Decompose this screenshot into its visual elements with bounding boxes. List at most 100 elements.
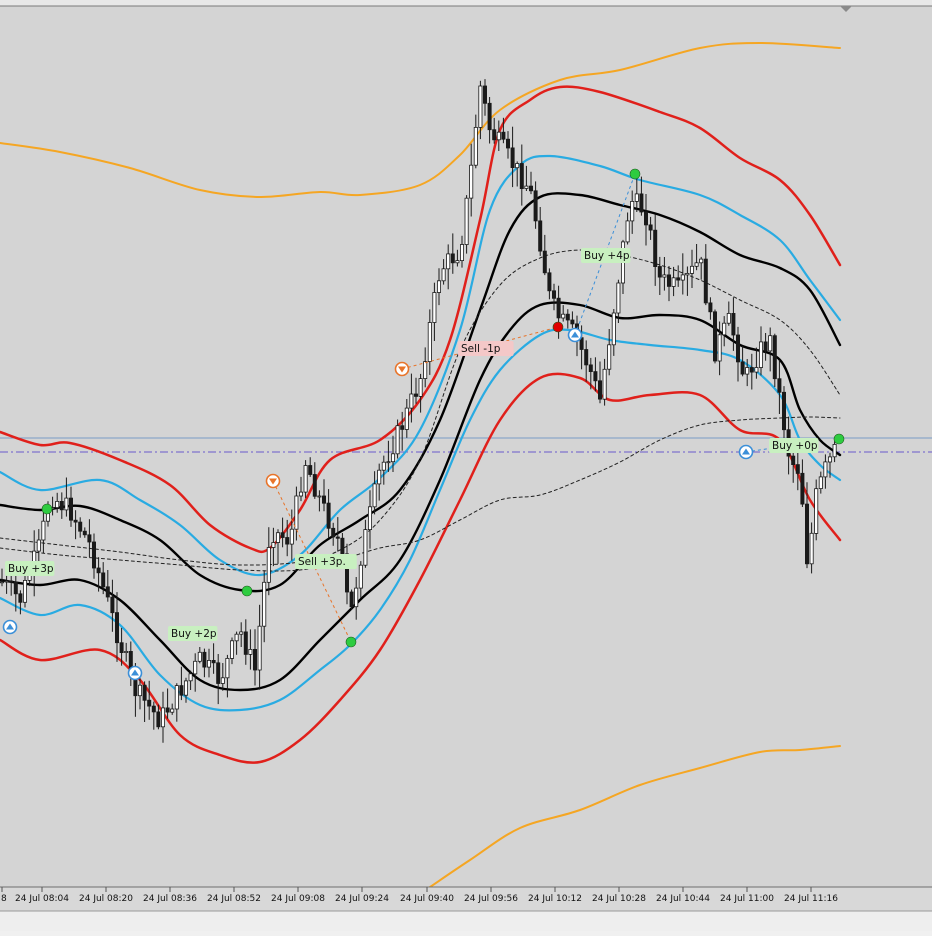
candle-body [492,129,497,141]
candle-body [335,536,340,539]
candle-body [708,302,713,313]
candle-body [556,297,561,319]
candle-body [823,461,828,478]
candle-body [308,465,313,475]
candle-body [395,425,400,455]
candle-body [726,312,731,324]
candle-body [188,673,193,682]
candle-body [101,572,106,588]
candle-body [321,495,326,504]
candle-body [349,591,354,608]
candle-body [225,658,230,679]
signal-label[interactable]: Buy +3p [5,561,55,576]
signal-label[interactable]: Sell -1p [458,341,514,356]
candle-body [731,312,736,336]
signal-label-text: Sell -1p [461,343,501,355]
candle-body [418,378,423,397]
candle-body [455,260,460,264]
signal-label[interactable]: Buy +4p [581,248,631,263]
candle-body [533,190,538,222]
candle-body [377,469,382,485]
candle-body [432,292,437,323]
candle [713,309,718,364]
candle-body [381,461,386,471]
candle-body [41,520,46,541]
buy-entry-marker[interactable] [127,665,143,681]
buy-exit-dot[interactable] [345,636,357,648]
candle-body [427,322,432,362]
buy-exit-dot[interactable] [629,168,641,180]
candle-body [409,393,414,409]
buy-exit-dot[interactable] [41,503,53,515]
buy-entry-marker[interactable] [738,444,754,460]
time-tick-label: 24 Jul 09:40 [400,894,454,904]
candle-body [179,685,184,696]
candle-body [749,367,754,373]
buy-entry-marker[interactable] [567,327,583,343]
sell-exit-dot[interactable] [552,321,564,333]
candle-body [82,530,87,536]
candle-body [165,707,170,713]
candle-body [740,361,745,375]
candle-body [496,131,501,141]
candle-body [92,541,97,569]
candle-body [782,391,787,431]
candle-body [441,268,446,282]
candle-body [469,164,474,199]
candle-body [547,272,552,292]
chart-canvas[interactable]: Buy +3p Buy +2p Sell +3p. Sell -1p Buy +4p Bu… [0,0,932,931]
candle-body [248,649,253,655]
candle-body [510,147,515,168]
candle-body [229,640,234,659]
time-tick-label: 24 Jul 10:44 [656,894,710,904]
buy-exit-dot[interactable] [833,433,845,445]
signal-label[interactable]: Buy +2p [168,626,218,641]
candle-body [699,258,704,264]
candle-body [55,500,60,508]
candle-body [745,367,750,375]
candle-body [59,500,64,511]
buy-exit-dot[interactable] [241,585,253,597]
candle-body [561,313,566,319]
candle-body [565,313,570,321]
candle-body [501,131,506,140]
candle-body [275,532,280,543]
candle-body [96,567,101,574]
candle-body [593,371,598,382]
candle-body [809,532,814,565]
candle-body [312,474,317,497]
candle-body [119,642,124,654]
time-tick-label: 24 Jul 08:04 [15,894,69,904]
candle-body [611,312,616,346]
candle-body [87,534,92,543]
candle-body [473,127,478,166]
signal-label[interactable]: Buy +0p [769,438,819,453]
candle-body [482,85,487,104]
candle-body [772,335,777,380]
candle-body [791,455,796,466]
candle-body [717,334,722,362]
candle-body [160,707,165,728]
buy-entry-marker[interactable] [2,619,18,635]
candle-body [289,528,294,545]
candle-body [22,580,27,603]
signal-label[interactable]: Sell +3p. [295,554,357,569]
signal-label-text: Buy +3p [8,563,54,575]
candle-body [653,229,658,267]
candle-body [639,193,644,213]
candle-body [588,364,593,372]
candle-body [197,651,202,662]
candle-body [367,506,372,530]
candle-body [340,537,345,555]
time-tick-label: 8 [1,894,7,904]
candle-body [294,495,299,530]
candle-body [542,250,547,274]
candle-body [78,521,83,532]
candle-body [616,282,621,314]
candle [464,195,469,254]
candle-body [690,265,695,274]
sell-entry-marker[interactable] [265,473,281,489]
candle-body [736,334,741,363]
candle-body [459,244,464,262]
sell-entry-marker[interactable] [394,361,410,377]
